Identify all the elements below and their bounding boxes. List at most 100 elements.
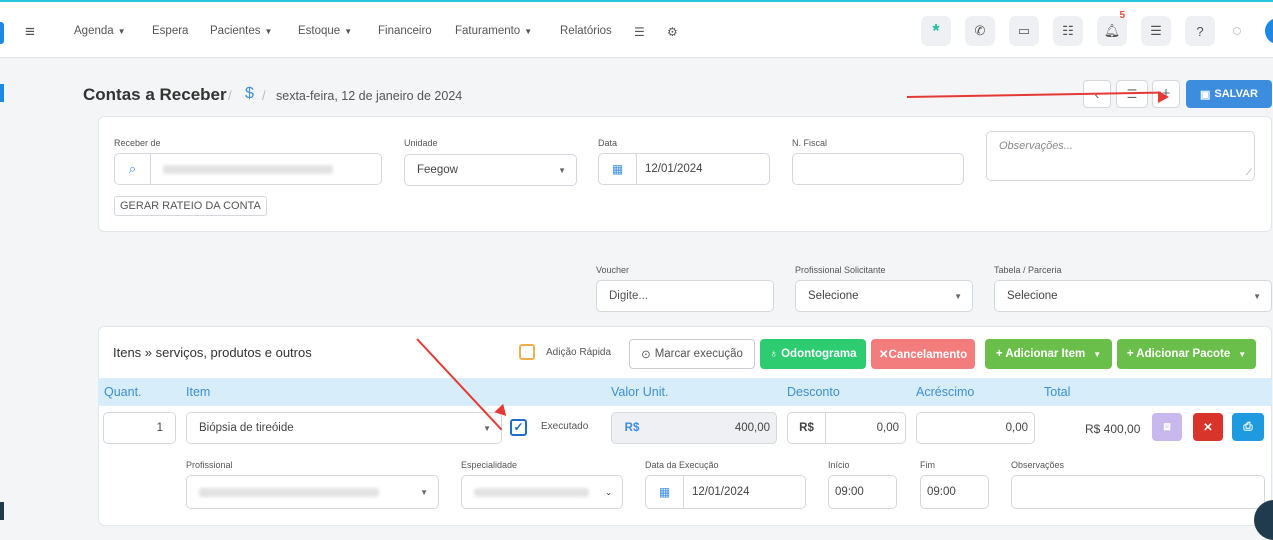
items-section-title: Itens » serviços, produtos e outros — [113, 345, 312, 360]
mark-execution-button[interactable]: ⊙ Marcar execução — [629, 339, 755, 369]
tabela-parceria-select[interactable]: Selecione ▼ — [994, 280, 1272, 312]
executed-checkbox[interactable]: ✓ — [510, 419, 527, 436]
search-icon: ⌕ — [115, 154, 151, 184]
checklist-icon[interactable]: ☷ — [1053, 16, 1083, 46]
quick-add-checkbox[interactable] — [519, 344, 535, 360]
quantity-input[interactable]: 1 — [103, 412, 176, 444]
tabela-parceria-label: Tabela / Parceria — [994, 265, 1062, 275]
annotation-arrowhead-add — [1158, 91, 1169, 103]
specialty-blurred — [474, 487, 589, 497]
col-desconto: Desconto — [787, 385, 840, 399]
item-add-stock-button[interactable]: ⧈ — [1152, 413, 1182, 441]
phone-icon[interactable]: ✆ — [965, 16, 995, 46]
increase-input[interactable]: 0,00 — [916, 412, 1035, 444]
discount-input[interactable]: R$ 0,00 — [787, 412, 906, 444]
nfiscal-field[interactable] — [792, 153, 964, 185]
inicio-input[interactable]: 09:00 — [828, 475, 897, 509]
items-table-header — [98, 378, 1272, 406]
status-dot-icon — [1233, 27, 1241, 35]
top-navbar: ≡ Agenda ▼ Espera Pacientes ▼ Estoque ▼ Fin… — [0, 2, 1273, 58]
bell-icon[interactable]: 🔔︎ 5 — [1097, 10, 1127, 46]
nav-financeiro[interactable]: Financeiro — [378, 25, 432, 37]
page-title: Contas a Receber — [83, 85, 227, 104]
tooth-icon: ♁ — [769, 348, 779, 360]
data-label: Data — [598, 138, 618, 148]
fim-input[interactable]: 09:00 — [920, 475, 989, 509]
save-icon: ▣ — [1200, 88, 1211, 101]
nfiscal-label: N. Fiscal — [792, 138, 828, 148]
print-icon: ⎙ — [1243, 420, 1253, 433]
resize-handle-icon: ⟋ — [1245, 167, 1252, 177]
quick-add-label: Adição Rápida — [546, 347, 612, 358]
odontograma-button[interactable]: ♁ Odontograma — [760, 339, 866, 369]
unidade-label: Unidade — [404, 138, 438, 148]
calendar-icon: ▦ — [646, 476, 684, 508]
left-edge-marker — [0, 84, 4, 102]
especialidade-select[interactable]: ⌄ — [461, 475, 623, 509]
data-execucao-field[interactable]: ▦ 12/01/2024 — [645, 475, 806, 509]
close-icon: ✕ — [1203, 422, 1213, 434]
receber-de-field[interactable]: ⌕ — [114, 153, 382, 185]
col-valor-unit: Valor Unit. — [611, 385, 669, 399]
voucher-input[interactable]: Digite... — [596, 280, 774, 312]
chevron-down-icon: ▼ — [954, 292, 962, 301]
add-package-button[interactable]: + Adicionar Pacote ▼ — [1117, 339, 1256, 369]
nav-relatorios[interactable]: Relatórios — [560, 25, 612, 37]
receber-de-label: Receber de — [114, 138, 161, 148]
chat-icon[interactable]: ☰ — [1141, 16, 1171, 46]
unit-value-input[interactable]: R$ 400,00 — [611, 412, 777, 444]
profissional-solicitante-label: Profissional Solicitante — [795, 265, 886, 275]
observacoes-item-label: Observações — [1011, 460, 1065, 470]
asterisk-icon[interactable]: * — [921, 16, 951, 46]
especialidade-label: Especialidade — [461, 460, 518, 470]
nav-pacientes[interactable]: Pacientes ▼ — [210, 25, 272, 37]
data-execucao-label: Data da Execução — [645, 460, 719, 470]
chevron-down-icon: ⌄ — [605, 488, 612, 497]
profissional-solicitante-select[interactable]: Selecione ▼ — [795, 280, 973, 312]
nav-agenda[interactable]: Agenda ▼ — [74, 25, 126, 37]
check-circle-icon: ⊙ — [641, 349, 651, 361]
avatar[interactable] — [1265, 18, 1273, 44]
fim-label: Fim — [920, 460, 935, 470]
patient-name-blurred — [163, 164, 333, 174]
voucher-label: Voucher — [596, 265, 630, 275]
notification-badge: 5 — [1119, 10, 1125, 21]
chevron-down-icon: ▼ — [1253, 292, 1261, 301]
data-field[interactable]: ▦ 12/01/2024 — [598, 153, 770, 185]
breadcrumb-separator: / — [228, 88, 232, 103]
executed-label: Executado — [541, 421, 589, 432]
professional-name-blurred — [199, 487, 379, 497]
observacoes-textarea[interactable]: Observações... ⟋ — [986, 131, 1255, 181]
nav-espera[interactable]: Espera — [152, 25, 188, 37]
box-icon: ⧈ — [1163, 420, 1171, 433]
profissional-label: Profissional — [186, 460, 233, 470]
settings-gear-icon[interactable]: ⚙ — [667, 25, 678, 39]
database-icon[interactable]: ☰ — [634, 25, 645, 39]
inicio-label: Início — [828, 460, 850, 470]
chevron-down-icon: ▼ — [483, 424, 491, 433]
item-select[interactable]: Biópsia de tireóide ▼ — [186, 412, 502, 444]
col-item: Item — [186, 385, 211, 399]
gerar-rateio-button[interactable]: GERAR RATEIO DA CONTA — [114, 196, 267, 216]
cancelamento-button[interactable]: ✕Cancelamento — [871, 339, 975, 369]
left-edge-tab — [0, 22, 4, 44]
nav-faturamento[interactable]: Faturamento ▼ — [455, 25, 532, 37]
currency-breadcrumb-icon: $ — [245, 85, 254, 102]
save-button[interactable]: ▣ SALVAR — [1186, 80, 1272, 108]
nav-estoque[interactable]: Estoque ▼ — [298, 25, 352, 37]
inbox-icon[interactable]: ▭ — [1009, 16, 1039, 46]
add-item-button[interactable]: + Adicionar Item ▼ — [985, 339, 1112, 369]
breadcrumb-date: sexta-feira, 12 de janeiro de 2024 — [276, 89, 463, 103]
unidade-select[interactable]: Feegow ▼ — [404, 154, 577, 186]
chevron-down-icon: ▼ — [558, 166, 566, 175]
calendar-icon: ▦ — [599, 154, 637, 184]
item-print-button[interactable]: ⎙ — [1232, 413, 1264, 441]
chevron-down-icon: ▼ — [420, 488, 428, 497]
hamburger-menu-icon[interactable]: ≡ — [25, 22, 35, 42]
item-remove-button[interactable]: ✕ — [1193, 413, 1223, 441]
help-icon[interactable]: ? — [1185, 16, 1215, 46]
observacoes-item-input[interactable] — [1011, 475, 1265, 509]
profissional-select[interactable]: ▼ — [186, 475, 439, 509]
col-acrescimo: Acréscimo — [916, 385, 975, 399]
col-total: Total — [1044, 385, 1071, 399]
